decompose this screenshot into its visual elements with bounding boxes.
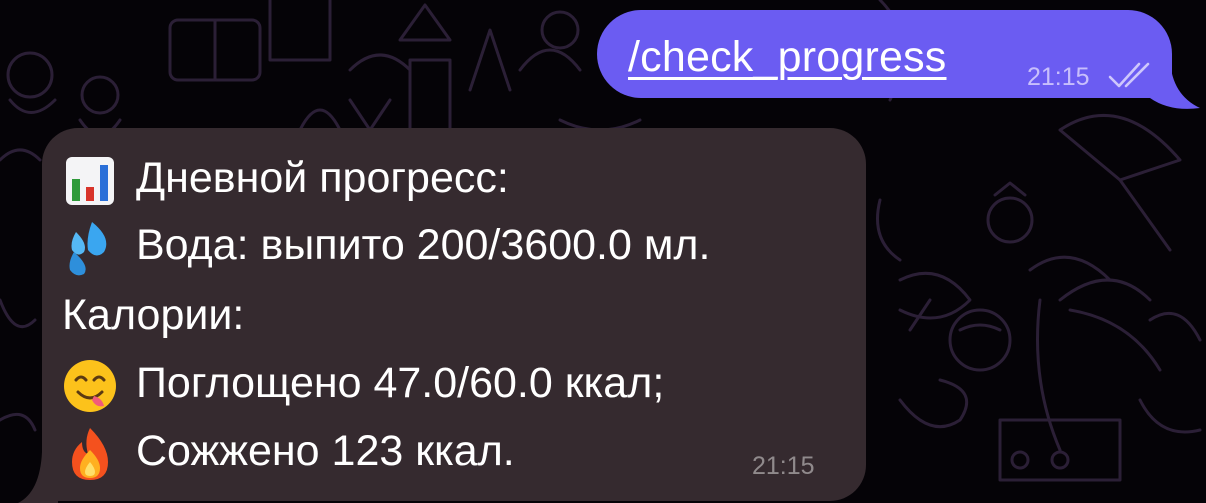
consumed-text: Поглощено 47.0/60.0 ккал;	[136, 359, 665, 407]
message-line-water: Вода: выпито 200/3600.0 мл.	[62, 217, 711, 275]
fire-emoji	[72, 427, 108, 480]
calories-heading-text: Калории:	[62, 291, 245, 339]
incoming-bubble-tail	[18, 452, 58, 503]
yum-face-emoji	[64, 359, 116, 412]
message-line-daily-progress: Дневной прогресс:	[62, 150, 509, 206]
burned-text: Сожжено 123 ккал.	[136, 427, 515, 475]
message-line-consumed: Поглощено 47.0/60.0 ккал;	[62, 355, 665, 412]
bar-chart-emoji	[66, 156, 114, 205]
daily-progress-text: Дневной прогресс:	[136, 154, 509, 202]
outgoing-bubble-tail	[1150, 60, 1200, 109]
water-text: Вода: выпито 200/3600.0 мл.	[136, 221, 711, 269]
message-line-burned: Сожжено 123 ккал.	[62, 423, 515, 480]
check-progress-command-link[interactable]: /check_progress	[628, 33, 947, 82]
droplets-emoji	[69, 221, 107, 275]
incoming-message-time: 21:15	[752, 452, 815, 480]
double-check-icon	[1108, 62, 1150, 88]
outgoing-message-time: 21:15	[1027, 63, 1090, 91]
message-line-calories: Калории:	[62, 287, 244, 343]
